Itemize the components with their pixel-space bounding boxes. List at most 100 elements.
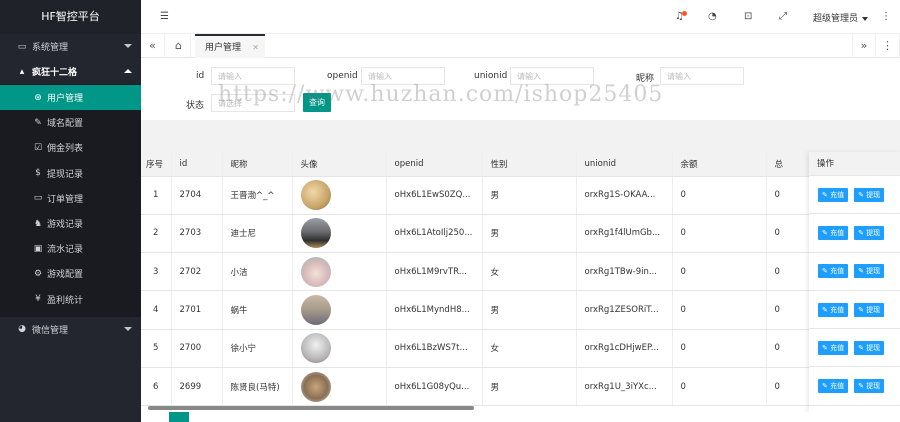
- cell-id: 2699: [171, 367, 223, 407]
- table-row[interactable]: 1 2704 王晋渤^_^ oHx6L1EwS0ZQ... 男 orxRg1S-…: [141, 176, 900, 215]
- col-header-avatar[interactable]: 头像: [292, 152, 387, 177]
- unionid-input[interactable]: 请输入: [510, 67, 594, 85]
- sidebar-item-game-config[interactable]: ⚙ 游戏配置: [0, 261, 141, 286]
- cell-unionid: orxRg1U_3iYXc...: [576, 367, 673, 407]
- user-menu[interactable]: 超级管理员: [813, 11, 868, 24]
- sidebar-item-label: 提现记录: [47, 169, 84, 180]
- cell-balance: 0: [672, 252, 767, 292]
- home-icon[interactable]: ⌂: [167, 34, 191, 58]
- sidebar-group-system[interactable]: ▭ 系统管理: [0, 34, 141, 59]
- recharge-button[interactable]: ✎ 充值: [818, 225, 849, 240]
- op-row: ✎ 充值 ✎ 提现: [809, 176, 900, 215]
- cell-nickname: 迪士尼: [222, 214, 293, 254]
- menu-fold-icon[interactable]: ☰: [160, 11, 169, 22]
- status-label: 状态: [186, 101, 205, 111]
- col-header-nickname[interactable]: 昵称: [222, 152, 293, 177]
- toolbar-band: [141, 120, 900, 152]
- table-row[interactable]: 2 2703 迪士尼 oHx6L1AtoIlj250... 男 orxRg1f4…: [141, 214, 900, 254]
- col-header-unionid[interactable]: unionid: [576, 152, 673, 177]
- cell-avatar: [292, 329, 387, 368]
- more-vertical-icon[interactable]: ⋮: [881, 11, 891, 22]
- user-circle-icon: ⊛: [34, 92, 42, 103]
- cell-avatar: [292, 367, 387, 407]
- id-label: id: [196, 71, 205, 81]
- avatar[interactable]: [300, 218, 331, 249]
- recharge-button[interactable]: ✎ 充值: [818, 379, 849, 394]
- sidebar-item-user-management[interactable]: ⊛ 用户管理: [0, 85, 141, 111]
- cell-balance: 0: [672, 214, 767, 254]
- withdraw-button[interactable]: ✎ 提现: [854, 302, 885, 317]
- col-header-id[interactable]: id: [171, 152, 223, 177]
- avatar[interactable]: [300, 295, 331, 326]
- fullscreen-icon[interactable]: ⤢: [779, 11, 787, 22]
- sidebar: HF智控平台 ▭ 系统管理 ▴ 疯狂十二格 ⊛ 用户管理 ✎ 域名配置 ☑ 佣金…: [0, 0, 141, 422]
- col-header-balance[interactable]: 余额: [672, 152, 767, 177]
- table-row[interactable]: 4 2701 蜗牛 oHx6L1MyndH8... 男 orxRg1ZESORi…: [141, 290, 900, 330]
- withdraw-button[interactable]: ✎ 提现: [854, 379, 885, 394]
- withdraw-button[interactable]: ✎ 提现: [854, 225, 885, 240]
- cell-balance: 0: [672, 367, 767, 407]
- status-select[interactable]: 请选择: [211, 94, 295, 112]
- col-header-openid[interactable]: openid: [386, 152, 483, 177]
- lock-icon[interactable]: ⊡: [744, 11, 752, 22]
- sidebar-group-wechat[interactable]: ◕ 微信管理: [0, 317, 141, 342]
- sidebar-item-label: 游戏记录: [47, 220, 84, 231]
- col-header-gender[interactable]: 性别: [482, 152, 577, 177]
- withdraw-button[interactable]: ✎ 提现: [854, 264, 885, 279]
- sidebar-item-label: 佣金列表: [47, 144, 84, 155]
- horizontal-scrollbar[interactable]: [148, 406, 474, 410]
- table-header-row: 序号 id 昵称 头像 openid 性别 unionid 余额 总: [141, 152, 900, 177]
- openid-input[interactable]: 请输入: [361, 67, 445, 85]
- chevron-down-icon: [124, 44, 132, 48]
- edit-icon: ✎: [858, 190, 867, 199]
- search-button[interactable]: 查询: [303, 93, 331, 112]
- cell-id: 2700: [171, 329, 223, 368]
- recharge-button[interactable]: ✎ 充值: [818, 264, 849, 279]
- avatar[interactable]: [300, 256, 331, 287]
- recharge-button[interactable]: ✎ 充值: [818, 340, 849, 355]
- recharge-label: 充值: [830, 305, 845, 314]
- sidebar-group-label: 微信管理: [32, 325, 69, 336]
- edit-icon: ✎: [822, 305, 831, 314]
- avatar[interactable]: [300, 333, 331, 364]
- sidebar-item-label: 域名配置: [47, 119, 84, 130]
- sidebar-item-domain-config[interactable]: ✎ 域名配置: [0, 110, 141, 135]
- withdraw-button[interactable]: ✎ 提现: [854, 187, 885, 202]
- cell-gender: 女: [482, 252, 577, 292]
- tabs-next-icon[interactable]: »: [852, 34, 876, 58]
- avatar[interactable]: [300, 371, 331, 402]
- dashboard-icon[interactable]: ◔: [708, 11, 717, 22]
- cell-no: 5: [141, 329, 172, 368]
- edit-icon: ✎: [858, 305, 867, 314]
- recharge-button[interactable]: ✎ 充值: [818, 187, 849, 202]
- sidebar-item-withdraw-records[interactable]: $ 提现记录: [0, 161, 141, 186]
- sidebar-group-crazy12[interactable]: ▴ 疯狂十二格: [0, 59, 141, 84]
- id-input[interactable]: 请输入: [211, 67, 295, 85]
- withdraw-label: 提现: [866, 190, 881, 199]
- avatar[interactable]: [300, 180, 331, 211]
- unionid-label: unionid: [474, 71, 508, 81]
- sidebar-item-game-records[interactable]: ♞ 游戏记录: [0, 211, 141, 236]
- withdraw-button[interactable]: ✎ 提现: [854, 340, 885, 355]
- sidebar-item-order-management[interactable]: ▭ 订单管理: [0, 186, 141, 211]
- nickname-input[interactable]: 请输入: [660, 67, 744, 85]
- tab-user-management[interactable]: 用户管理 ✕: [195, 34, 265, 58]
- brush-icon: ✎: [34, 117, 42, 128]
- table-row[interactable]: 6 2699 陈贤良(马特) oHx6L1G08yQu... 男 orxRg1U…: [141, 367, 900, 407]
- page-current[interactable]: [169, 412, 189, 422]
- sidebar-item-commission-list[interactable]: ☑ 佣金列表: [0, 135, 141, 160]
- sidebar-item-profit-stats[interactable]: ¥ 盈利统计: [0, 287, 141, 312]
- table-row[interactable]: 3 2702 小洁 oHx6L1M9rvTR... 女 orxRg1TBw-9i…: [141, 252, 900, 292]
- table-row[interactable]: 5 2700 徐小宁 oHx6L1BzWS7t... 女 orxRg1cDHjw…: [141, 329, 900, 368]
- cell-unionid: orxRg1S-OKAA...: [576, 176, 673, 215]
- edit-icon: ✎: [822, 228, 831, 237]
- cell-balance: 0: [672, 176, 767, 215]
- edit-icon: ✎: [822, 343, 831, 352]
- sidebar-item-flow-records[interactable]: ▣ 流水记录: [0, 236, 141, 261]
- tabs-prev-icon[interactable]: «: [141, 34, 165, 58]
- close-icon[interactable]: ✕: [252, 36, 259, 60]
- col-header-no[interactable]: 序号: [141, 152, 172, 177]
- recharge-button[interactable]: ✎ 充值: [818, 302, 849, 317]
- tabs-more-icon[interactable]: ⋮: [876, 34, 900, 58]
- cogs-icon: ⚙: [33, 268, 43, 279]
